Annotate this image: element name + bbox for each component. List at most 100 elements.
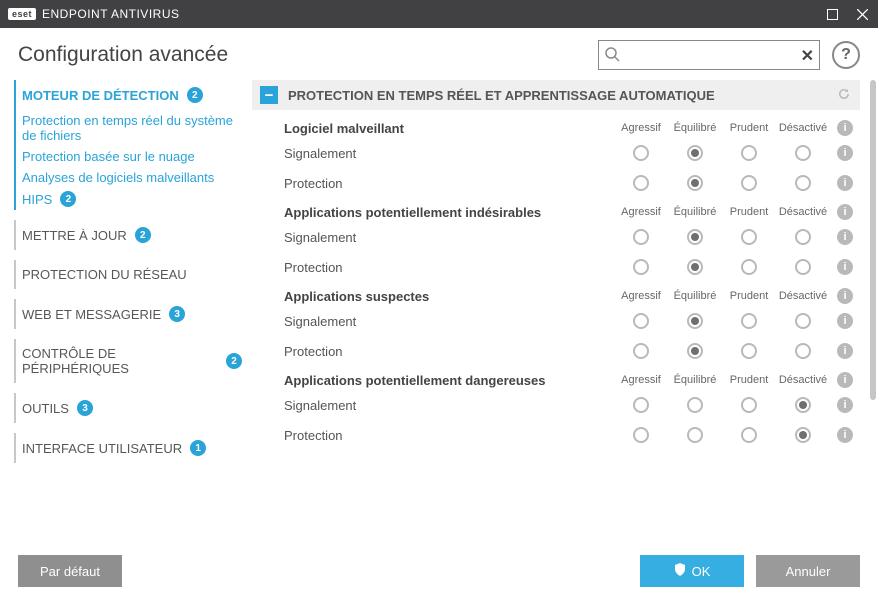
radio-option[interactable] — [795, 145, 811, 161]
radio-option[interactable] — [633, 145, 649, 161]
radio-option[interactable] — [633, 313, 649, 329]
setting-row: Protection i — [284, 168, 860, 198]
group-title: Logiciel malveillant — [284, 121, 614, 136]
scrollbar[interactable] — [870, 80, 876, 400]
close-icon[interactable] — [854, 6, 870, 22]
settings-grid: Logiciel malveillantAgressifÉquilibréPru… — [252, 110, 860, 450]
info-icon[interactable]: i — [837, 145, 853, 161]
radio-option[interactable] — [687, 175, 703, 191]
cancel-button[interactable]: Annuler — [756, 555, 860, 587]
radio-option[interactable] — [795, 397, 811, 413]
radio-option[interactable] — [633, 175, 649, 191]
info-icon[interactable]: i — [837, 204, 853, 220]
shield-icon — [674, 563, 686, 579]
radio-option[interactable] — [741, 397, 757, 413]
radio-option[interactable] — [687, 343, 703, 359]
radio-option[interactable] — [795, 259, 811, 275]
radio-option[interactable] — [687, 313, 703, 329]
sidebar: Moteur de détection 2 Protection en temp… — [14, 80, 252, 538]
group-header: Applications potentiellement indésirable… — [284, 198, 860, 222]
sidebar-subitem-realtime[interactable]: Protection en temps réel du système de f… — [14, 110, 242, 146]
radio-option[interactable] — [633, 343, 649, 359]
maximize-icon[interactable] — [824, 6, 840, 22]
col-header: Désactivé — [776, 122, 830, 134]
info-icon[interactable]: i — [837, 397, 853, 413]
sidebar-item-device-control[interactable]: Contrôle de périphériques 2 — [14, 339, 242, 383]
setting-row: Protectioni — [284, 420, 860, 450]
radio-option[interactable] — [741, 427, 757, 443]
default-button[interactable]: Par défaut — [18, 555, 122, 587]
sidebar-subitem-cloud[interactable]: Protection basée sur le nuage — [14, 146, 242, 167]
window-controls — [824, 6, 870, 22]
row-label: Signalement — [284, 398, 614, 413]
group-header: Applications potentiellement dangereuses… — [284, 366, 860, 390]
sidebar-item-label: Interface utilisateur — [22, 441, 182, 456]
info-icon[interactable]: i — [837, 259, 853, 275]
section-title: PROTECTION EN TEMPS RÉEL ET APPRENTISSAG… — [288, 88, 715, 103]
radio-option[interactable] — [795, 313, 811, 329]
page-title: Configuration avancée — [18, 43, 586, 67]
info-icon[interactable]: i — [837, 288, 853, 304]
setting-row: Signalementi — [284, 138, 860, 168]
info-icon[interactable]: i — [837, 313, 853, 329]
sidebar-item-label: Protection du réseau — [22, 267, 187, 282]
sidebar-item-ui[interactable]: Interface utilisateur 1 — [14, 433, 242, 463]
row-label: Signalement — [284, 230, 614, 245]
radio-option[interactable] — [795, 427, 811, 443]
radio-option[interactable] — [741, 343, 757, 359]
sidebar-item-update[interactable]: Mettre à jour 2 — [14, 220, 242, 250]
info-icon[interactable]: i — [837, 343, 853, 359]
radio-option[interactable] — [633, 397, 649, 413]
radio-option[interactable] — [741, 313, 757, 329]
info-icon[interactable]: i — [837, 120, 853, 136]
info-icon[interactable]: i — [837, 372, 853, 388]
radio-option[interactable] — [795, 175, 811, 191]
titlebar: eset ENDPOINT ANTIVIRUS — [0, 0, 878, 28]
group-header: Logiciel malveillantAgressifÉquilibréPru… — [284, 114, 860, 138]
search-input[interactable] — [598, 40, 820, 70]
col-header: Équilibré — [668, 122, 722, 134]
sidebar-subitem-malware-scans[interactable]: Analyses de logiciels malveillants — [14, 167, 242, 188]
sidebar-item-label: Mettre à jour — [22, 228, 127, 243]
radio-option[interactable] — [687, 145, 703, 161]
info-icon[interactable]: i — [837, 229, 853, 245]
radio-option[interactable] — [633, 259, 649, 275]
sidebar-item-tools[interactable]: Outils 3 — [14, 393, 242, 423]
sidebar-item-web-email[interactable]: Web et messagerie 3 — [14, 299, 242, 329]
col-header: Agressif — [614, 374, 668, 386]
radio-option[interactable] — [687, 229, 703, 245]
row-label: Protection — [284, 176, 614, 191]
sidebar-item-label: Outils — [22, 401, 69, 416]
sidebar-item-label: HIPS — [22, 192, 52, 207]
help-icon[interactable]: ? — [832, 41, 860, 69]
col-header: Prudent — [722, 122, 776, 134]
col-header: Désactivé — [776, 206, 830, 218]
col-header: Équilibré — [668, 374, 722, 386]
info-icon[interactable]: i — [837, 427, 853, 443]
radio-option[interactable] — [741, 259, 757, 275]
sidebar-subitem-hips[interactable]: HIPS 2 — [14, 188, 242, 210]
ok-button[interactable]: OK — [640, 555, 744, 587]
radio-option[interactable] — [687, 259, 703, 275]
radio-option[interactable] — [795, 343, 811, 359]
setting-row: Protectioni — [284, 252, 860, 282]
info-icon[interactable]: i — [837, 175, 853, 191]
radio-option[interactable] — [741, 229, 757, 245]
col-header: Équilibré — [668, 290, 722, 302]
sidebar-item-detection-engine[interactable]: Moteur de détection 2 — [14, 80, 242, 110]
radio-option[interactable] — [795, 229, 811, 245]
radio-option[interactable] — [687, 397, 703, 413]
sidebar-item-network[interactable]: Protection du réseau — [14, 260, 242, 289]
badge: 2 — [135, 227, 151, 243]
radio-option[interactable] — [741, 145, 757, 161]
clear-search-icon[interactable]: ✕ — [801, 46, 814, 66]
radio-option[interactable] — [741, 175, 757, 191]
collapse-icon[interactable]: − — [260, 86, 278, 104]
setting-row: Signalement i — [284, 222, 860, 252]
radio-option[interactable] — [633, 427, 649, 443]
col-header: Agressif — [614, 290, 668, 302]
revert-icon[interactable] — [836, 86, 852, 105]
radio-option[interactable] — [633, 229, 649, 245]
radio-option[interactable] — [687, 427, 703, 443]
group-title: Applications potentiellement indésirable… — [284, 205, 614, 220]
